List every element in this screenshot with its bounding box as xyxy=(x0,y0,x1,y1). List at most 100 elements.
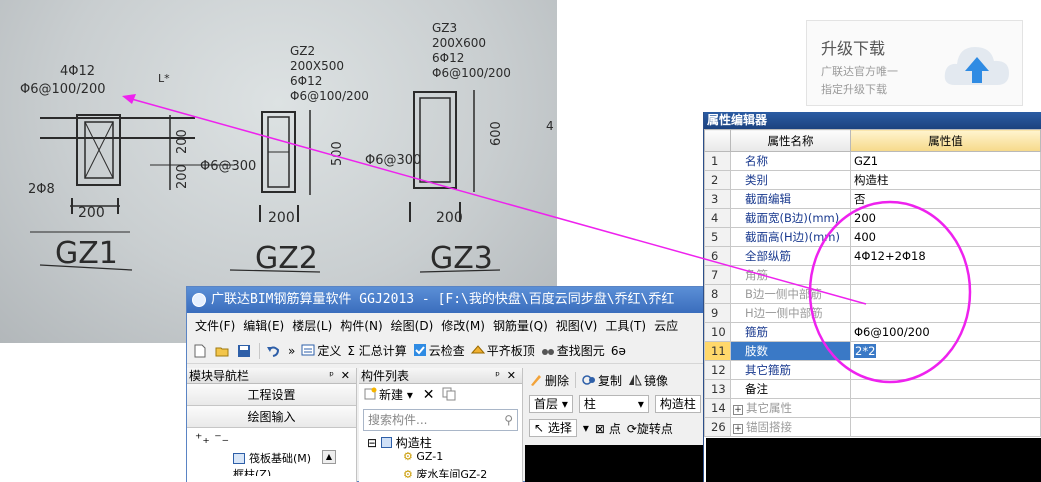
summary-calc-button[interactable]: Σ 汇总计算 xyxy=(347,342,406,359)
mirror-button[interactable]: 镜像 xyxy=(628,372,668,389)
row-num: 7 xyxy=(704,265,731,285)
delete-button[interactable]: 删除 xyxy=(529,372,569,389)
menu-cloud[interactable]: 云应 xyxy=(652,317,680,334)
chevron-down-icon: ▾ xyxy=(561,397,568,411)
expand-all-icon[interactable]: ⁺₊ xyxy=(195,431,210,447)
table-row[interactable]: 10 箍筋 Φ6@100/200 xyxy=(704,322,1041,342)
collapse-icon[interactable]: ⊟ xyxy=(367,436,377,450)
delete-label: 删除 xyxy=(545,373,570,388)
menu-modify[interactable]: 修改(M) xyxy=(439,317,487,334)
rotate-point-button[interactable]: ⟳旋转点 xyxy=(627,420,673,437)
select-button[interactable]: ↖ 选择 xyxy=(529,419,577,437)
row-value[interactable] xyxy=(850,417,1041,437)
table-row[interactable]: 6 全部纵筋 4Φ12+2Φ18 xyxy=(704,246,1041,266)
row-value[interactable] xyxy=(850,398,1041,418)
gz1-side-stirrup: Φ6@300 xyxy=(200,159,256,174)
row-value[interactable] xyxy=(850,265,1041,285)
menu-edit[interactable]: 编辑(E) xyxy=(241,317,286,334)
menu-bar: 文件(F) 编辑(E) 楼层(L) 构件(N) 绘图(D) 修改(M) 钢筋量(… xyxy=(187,314,705,336)
table-row[interactable]: 8 B边一侧中部筋 xyxy=(704,284,1041,304)
point-button[interactable]: ⊠ 点 xyxy=(595,420,621,437)
row-value[interactable] xyxy=(850,360,1041,380)
row-value[interactable]: GZ1 xyxy=(850,151,1041,171)
menu-draw[interactable]: 绘图(D) xyxy=(389,317,436,334)
expand-icon[interactable]: + xyxy=(733,424,743,434)
table-row[interactable]: 14 + 其它属性 xyxy=(704,398,1041,418)
pin-icon[interactable]: ᵖ xyxy=(329,368,334,384)
menu-tools[interactable]: 工具(T) xyxy=(603,317,648,334)
nav-tree-item[interactable]: 筏板基础(M) ▲ xyxy=(187,450,356,466)
cloud-check-button[interactable]: 云检查 xyxy=(413,342,465,359)
row-value[interactable] xyxy=(850,284,1041,304)
table-row[interactable]: 26 + 锚固搭接 xyxy=(704,417,1041,437)
tree-child-item[interactable]: ⚙ 废水车间GZ-2 xyxy=(359,466,522,478)
window-title-bar[interactable]: 广联达BIM钢筋算量软件 GGJ2013 - [F:\我的快盘\百度云同步盘\乔… xyxy=(187,287,705,313)
open-folder-icon[interactable] xyxy=(215,344,229,358)
row-value[interactable]: 200 xyxy=(850,208,1041,228)
type-select[interactable]: 柱 ▾ xyxy=(578,395,649,413)
collapse-all-icon[interactable]: ⁻₋ xyxy=(214,431,229,447)
table-row[interactable]: 12 其它箍筋 xyxy=(704,360,1041,380)
tree-child-item[interactable]: ⚙ GZ-1 xyxy=(359,450,522,466)
drawing-input-button[interactable]: 绘图输入 xyxy=(187,406,356,428)
chevron-down-icon[interactable]: ▾ xyxy=(583,421,589,435)
table-row[interactable]: 9 H边一侧中部筋 xyxy=(704,303,1041,323)
row-value[interactable] xyxy=(850,379,1041,399)
tree-root-item[interactable]: ⊟ 构造柱 xyxy=(359,434,522,450)
menu-file[interactable]: 文件(F) xyxy=(193,317,237,334)
close-icon[interactable]: ✕ xyxy=(507,368,516,384)
gz2-l2: 200X500 xyxy=(290,59,344,73)
mirror-label: 镜像 xyxy=(644,373,669,388)
flat-slab-top-button[interactable]: 平齐板顶 xyxy=(470,342,535,359)
nav-tree-item[interactable]: 框柱(Z) xyxy=(187,466,356,476)
floor-select[interactable]: 首层 ▾ xyxy=(529,395,573,413)
find-element-button[interactable]: 查找图元 xyxy=(541,342,605,359)
table-row[interactable]: 1 名称 GZ1 xyxy=(704,151,1041,171)
undo-icon[interactable] xyxy=(266,344,280,358)
row-value[interactable]: 4Φ12+2Φ18 xyxy=(850,246,1041,266)
table-row[interactable]: 4 截面宽(B边)(mm) 200 xyxy=(704,208,1041,228)
new-component-button[interactable]: 新建 ▾ xyxy=(363,387,413,402)
copy-icon[interactable] xyxy=(442,387,456,401)
table-row[interactable]: 3 截面编辑否 xyxy=(704,189,1041,209)
row-value[interactable]: 否 xyxy=(850,189,1041,209)
toolbar-extra[interactable]: 6ə xyxy=(611,344,626,358)
table-row[interactable]: 7 角筋 xyxy=(704,265,1041,285)
project-settings-button[interactable]: 工程设置 xyxy=(187,384,356,406)
list-toolbar: 新建 ▾ ✕ xyxy=(359,384,522,406)
row-value[interactable]: 400 xyxy=(850,227,1041,247)
menu-rebar-qty[interactable]: 钢筋量(Q) xyxy=(491,317,550,334)
delete-x-icon[interactable]: ✕ xyxy=(423,387,435,403)
row-name: 全部纵筋 xyxy=(730,246,851,266)
pin-icon[interactable]: ᵖ xyxy=(495,368,500,384)
subtype-select[interactable]: 构造柱 xyxy=(654,395,701,413)
new-file-icon[interactable] xyxy=(193,344,207,358)
close-icon[interactable]: ✕ xyxy=(341,368,350,384)
gz3-l1: GZ3 xyxy=(432,21,457,35)
save-icon[interactable] xyxy=(237,344,251,358)
define-button[interactable]: 定义 xyxy=(301,342,341,359)
row-value[interactable]: Φ6@100/200 xyxy=(850,322,1041,342)
gz1-dim-bottom: 200 xyxy=(78,205,105,221)
row-value[interactable]: 构造柱 xyxy=(850,170,1041,190)
gz3-l2: 200X600 xyxy=(432,36,486,50)
table-row[interactable]: 2 类别 构造柱 xyxy=(704,170,1041,190)
menu-view[interactable]: 视图(V) xyxy=(554,317,600,334)
copy-button[interactable]: 复制 xyxy=(582,372,622,389)
table-row[interactable]: 13 备注 xyxy=(704,379,1041,399)
scroll-up-icon[interactable]: ▲ xyxy=(322,450,336,464)
upgrade-download-ad[interactable]: 升级下载 广联达官方唯一 指定升级下载 xyxy=(806,20,1023,106)
toolbar-more[interactable]: » xyxy=(288,344,295,358)
expand-collapse-controls[interactable]: ⁺₊ ⁻₋ xyxy=(187,428,356,450)
search-icon[interactable]: ⚲ xyxy=(504,410,513,430)
expand-icon[interactable]: + xyxy=(733,405,743,415)
define-icon xyxy=(301,344,315,356)
row-value[interactable]: 2*2 xyxy=(850,341,1041,361)
drawing-canvas[interactable] xyxy=(525,445,705,482)
menu-component[interactable]: 构件(N) xyxy=(338,317,384,334)
table-row-selected[interactable]: 11 肢数 2*2 xyxy=(704,341,1041,361)
menu-floor[interactable]: 楼层(L) xyxy=(290,317,334,334)
row-value[interactable] xyxy=(850,303,1041,323)
search-component-input[interactable]: 搜索构件... ⚲ xyxy=(363,409,518,431)
table-row[interactable]: 5 截面高(H边)(mm) 400 xyxy=(704,227,1041,247)
